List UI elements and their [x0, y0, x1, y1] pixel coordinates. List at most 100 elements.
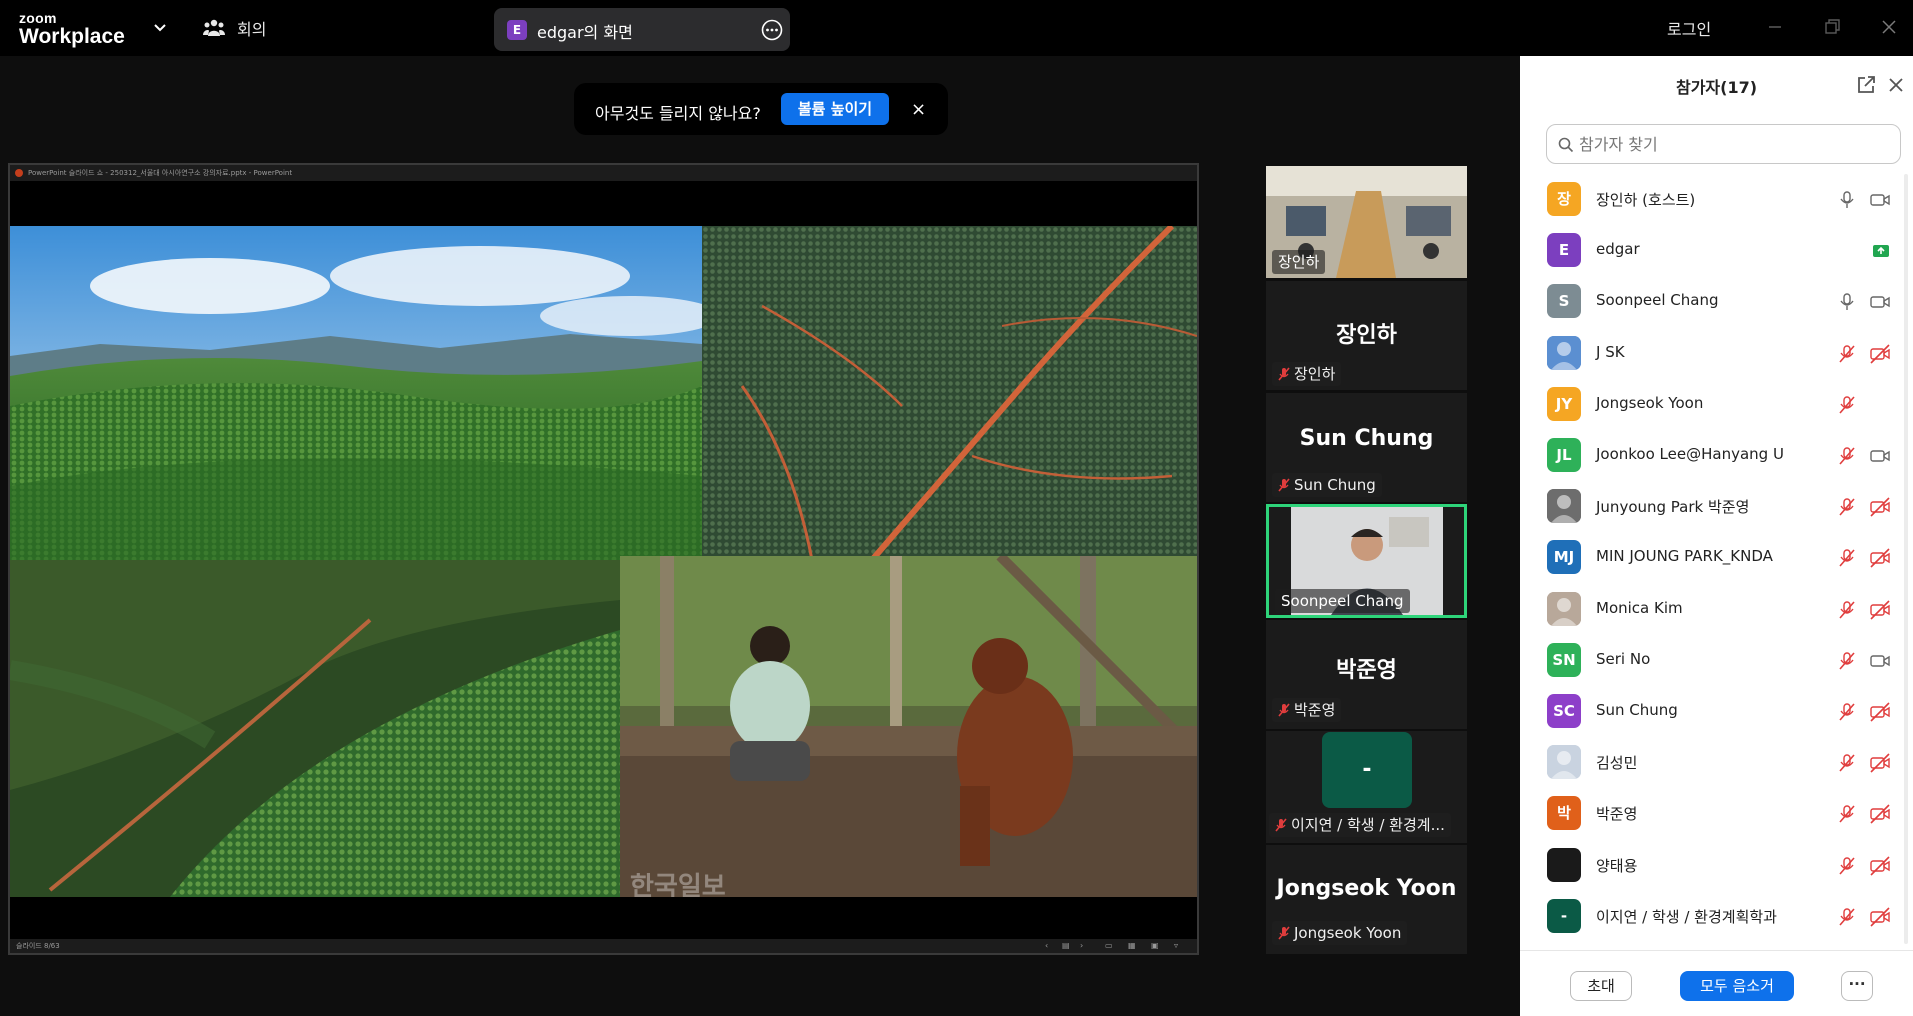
participant-row[interactable]: J SK	[1520, 328, 1900, 379]
participant-search[interactable]	[1546, 124, 1901, 164]
more-options-button[interactable]: ···	[1841, 971, 1873, 1001]
active-speaker-tile[interactable]: Soonpeel Chang	[1266, 504, 1467, 618]
orangutan-photo	[620, 556, 1197, 897]
close-banner-icon[interactable]: ×	[911, 99, 926, 120]
participant-avatar	[1547, 745, 1581, 780]
mic-muted-icon[interactable]	[1837, 497, 1857, 517]
participant-row[interactable]: 양태용	[1520, 840, 1900, 891]
mic-muted-icon[interactable]	[1837, 344, 1857, 364]
camera-off-icon[interactable]	[1869, 856, 1891, 876]
close-window-icon[interactable]	[1878, 16, 1900, 38]
participant-row[interactable]: Eedgar	[1520, 225, 1900, 276]
prev-slide-icon[interactable]: ‹	[1045, 939, 1048, 953]
participant-name: Sun Chung	[1596, 701, 1678, 719]
camera-icon[interactable]	[1869, 651, 1891, 671]
mic-muted-icon[interactable]	[1837, 548, 1857, 568]
mic-muted-icon[interactable]	[1837, 600, 1857, 620]
video-tile[interactable]: 장인하	[1266, 166, 1467, 278]
avatar-photo	[1547, 591, 1581, 626]
mic-muted-icon[interactable]	[1837, 856, 1857, 876]
plantation-hills-image	[10, 226, 702, 560]
close-panel-icon[interactable]	[1886, 75, 1906, 95]
brand-small: zoom	[19, 10, 57, 26]
mic-muted-icon[interactable]	[1837, 804, 1857, 824]
video-tile[interactable]: - 이지연 / 학생 / 환경계...	[1266, 731, 1467, 843]
mic-muted-icon[interactable]	[1837, 446, 1857, 466]
participant-name: Joonkoo Lee@Hanyang U	[1596, 445, 1784, 463]
camera-icon[interactable]	[1869, 292, 1891, 312]
mic-muted-icon[interactable]	[1837, 907, 1857, 927]
participant-name: Seri No	[1596, 649, 1651, 668]
shared-screen: PowerPoint 슬라이드 쇼 - 250312_서울대 아시아연구소 강의…	[8, 163, 1199, 955]
participant-row[interactable]: - 이지연 / 학생 / 환경계획학과	[1520, 891, 1900, 942]
next-slide-icon[interactable]: ›	[1080, 939, 1083, 953]
mic-icon[interactable]	[1837, 292, 1857, 312]
zoom-workplace-logo[interactable]: zoom Workplace	[19, 10, 139, 48]
participant-row[interactable]: MJ MIN JOUNG PARK_KNDA	[1520, 532, 1900, 583]
participant-row[interactable]: Monica Kim	[1520, 584, 1900, 635]
watermark: 한국일보	[630, 872, 726, 897]
screen-share-icon[interactable]	[1869, 241, 1891, 261]
camera-off-icon[interactable]	[1869, 600, 1891, 620]
sorter-view-icon[interactable]: ▦	[1128, 939, 1136, 953]
mute-all-button[interactable]: 모두 음소거	[1680, 971, 1794, 1001]
participant-row[interactable]: Junyoung Park 박준영	[1520, 481, 1900, 532]
mic-muted-icon[interactable]	[1837, 651, 1857, 671]
increase-volume-button[interactable]: 볼륨 높이기	[781, 93, 889, 125]
screen-share-indicator[interactable]: E edgar의 화면	[494, 8, 790, 51]
camera-off-icon[interactable]	[1869, 497, 1891, 517]
participant-display-name: Jongseok Yoon	[1276, 876, 1457, 901]
minimize-icon[interactable]	[1764, 16, 1786, 38]
participant-display-name: 장인하	[1336, 323, 1397, 348]
reading-view-icon[interactable]: ▣	[1151, 939, 1159, 953]
video-tile[interactable]: Jongseok Yoon Jongseok Yoon	[1266, 845, 1467, 954]
participant-row[interactable]: 장 장인하 (호스트)	[1520, 174, 1900, 225]
restore-icon[interactable]	[1821, 16, 1843, 38]
share-title: edgar의 화면	[537, 23, 633, 42]
participant-row[interactable]: S Soonpeel Chang	[1520, 276, 1900, 327]
search-input[interactable]	[1579, 131, 1889, 157]
video-tile[interactable]: Sun Chung Sun Chung	[1266, 393, 1467, 502]
camera-off-icon[interactable]	[1869, 804, 1891, 824]
scrollbar[interactable]	[1903, 174, 1909, 944]
mic-muted-icon[interactable]	[1837, 753, 1857, 773]
tile-avatar: -	[1322, 732, 1412, 808]
camera-off-icon[interactable]	[1869, 753, 1891, 773]
popout-icon[interactable]	[1855, 74, 1877, 96]
participant-row[interactable]: JL Joonkoo Lee@Hanyang U	[1520, 430, 1900, 481]
mic-icon[interactable]	[1837, 190, 1857, 210]
presentation-slide: 한국일보	[10, 226, 1197, 897]
participant-name: 김성민	[1596, 754, 1638, 773]
participant-name-label: Soonpeel Chang	[1275, 589, 1410, 613]
camera-icon[interactable]	[1869, 190, 1891, 210]
participant-row[interactable]: SC Sun Chung	[1520, 686, 1900, 737]
participant-row[interactable]: 박 박준영	[1520, 788, 1900, 839]
more-options-icon[interactable]	[761, 19, 783, 41]
camera-off-icon[interactable]	[1869, 907, 1891, 927]
invite-button[interactable]: 초대	[1570, 971, 1632, 1001]
participant-row[interactable]: 김성민	[1520, 737, 1900, 788]
camera-icon[interactable]	[1869, 446, 1891, 466]
participant-row[interactable]: SN Seri No	[1520, 635, 1900, 686]
camera-off-icon[interactable]	[1869, 548, 1891, 568]
participant-avatar: 장	[1547, 182, 1581, 216]
participant-name: Monica Kim	[1596, 598, 1683, 617]
video-tile[interactable]: 박준영 박준영	[1266, 620, 1467, 729]
video-tile[interactable]: 장인하 장인하	[1266, 281, 1467, 390]
chevron-down-icon[interactable]	[150, 20, 170, 36]
participant-row[interactable]: JY Jongseok Yoon	[1520, 379, 1900, 430]
slide-menu-icon[interactable]: ▤	[1062, 939, 1070, 953]
mic-muted-icon	[1275, 818, 1287, 832]
meetings-tab[interactable]: 회의	[203, 15, 266, 41]
participant-name: J SK	[1596, 342, 1625, 361]
mic-muted-icon[interactable]	[1837, 702, 1857, 722]
camera-off-icon[interactable]	[1869, 702, 1891, 722]
normal-view-icon[interactable]: ▭	[1105, 939, 1113, 953]
camera-off-icon[interactable]	[1869, 344, 1891, 364]
slideshow-view-icon[interactable]: ▿	[1174, 939, 1178, 953]
participant-display-name: 박준영	[1336, 658, 1397, 683]
mic-muted-icon[interactable]	[1837, 395, 1857, 415]
mic-muted-icon	[1278, 703, 1290, 717]
login-button[interactable]: 로그인	[1667, 16, 1711, 40]
participant-row[interactable]	[1520, 942, 1900, 944]
